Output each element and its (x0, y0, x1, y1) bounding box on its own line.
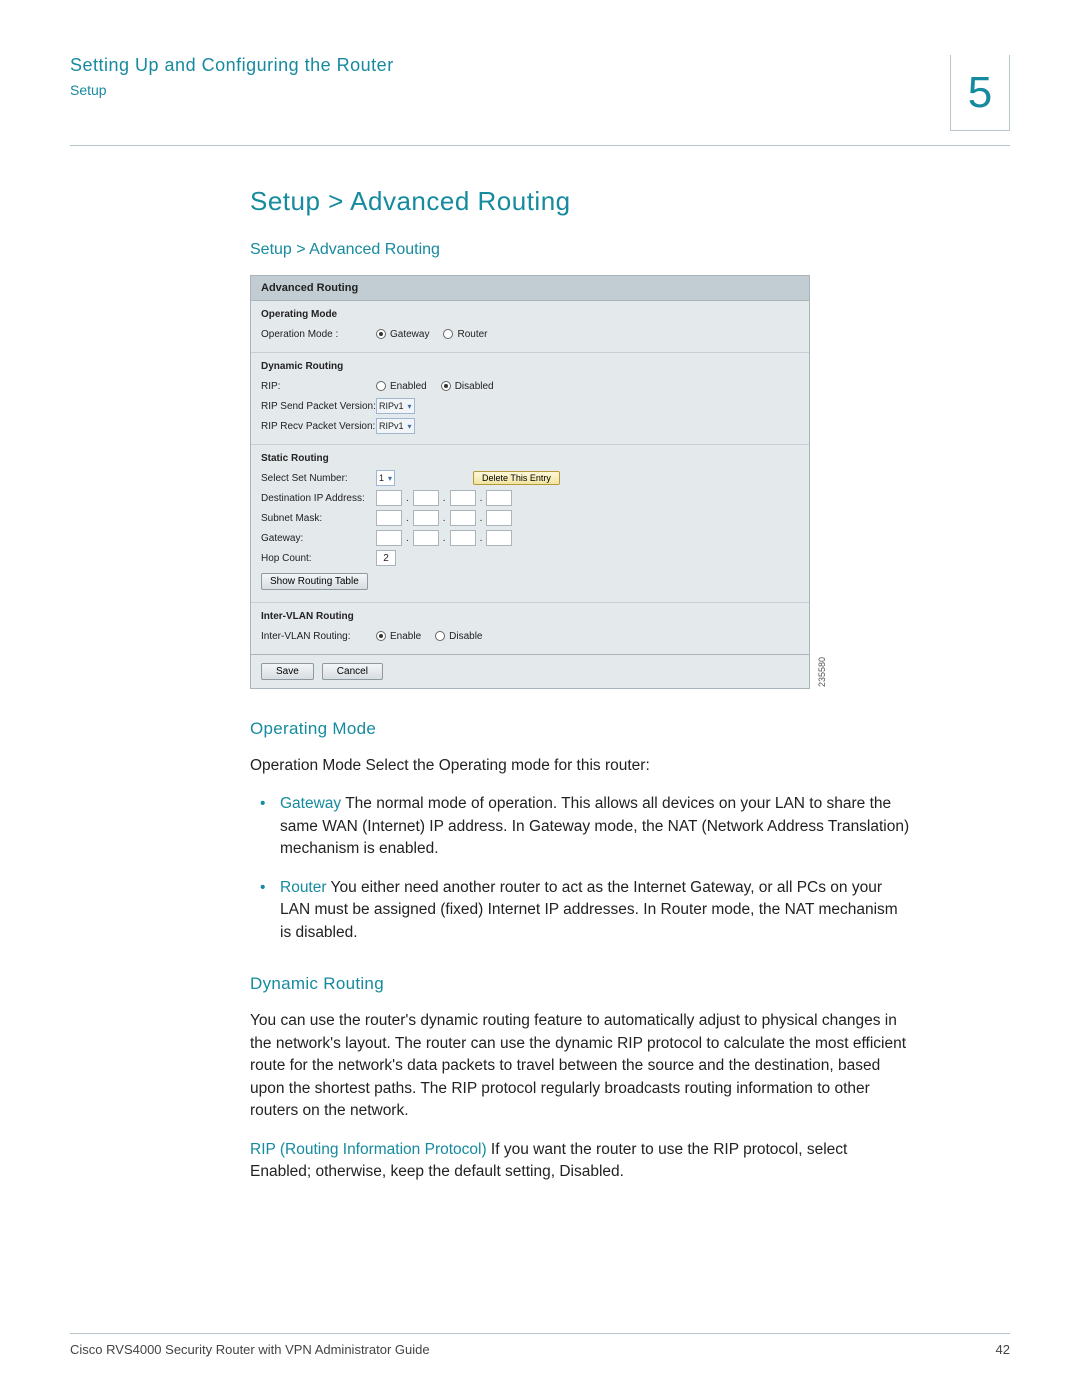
operating-mode-heading: Operating Mode (250, 719, 910, 739)
rip-disabled-radio[interactable] (441, 381, 451, 391)
router-radio[interactable] (443, 329, 453, 339)
rip-enabled-radio[interactable] (376, 381, 386, 391)
footer-page-number: 42 (996, 1342, 1010, 1357)
rip-recv-label: RIP Recv Packet Version: (261, 421, 376, 432)
dynamic-routing-heading: Dynamic Routing (250, 974, 910, 994)
bullet-gateway: Gateway The normal mode of operation. Th… (280, 793, 910, 860)
bullet-router: Router You either need another router to… (280, 877, 910, 944)
rip-send-value: RIPv1 (379, 401, 404, 411)
page-heading-1: Setup > Advanced Routing (250, 186, 910, 217)
gateway-octet-2[interactable] (413, 530, 439, 546)
page-heading-2: Setup > Advanced Routing (250, 241, 910, 259)
inter-vlan-label: Inter-VLAN Routing: (261, 631, 376, 642)
gateway-label: Gateway: (261, 533, 376, 544)
header-rule (70, 145, 1010, 146)
chevron-down-icon: ▾ (388, 474, 392, 483)
footer-doc-title: Cisco RVS4000 Security Router with VPN A… (70, 1342, 430, 1357)
router-radio-label: Router (457, 329, 487, 340)
panel-title: Advanced Routing (251, 276, 809, 301)
chapter-number: 5 (968, 68, 992, 118)
dynamic-routing-paragraph: You can use the router's dynamic routing… (250, 1010, 910, 1122)
dest-ip-octet-3[interactable] (450, 490, 476, 506)
hop-count-label: Hop Count: (261, 553, 376, 564)
hop-count-input[interactable]: 2 (376, 550, 396, 566)
inter-vlan-section-header: Inter-VLAN Routing (261, 607, 799, 626)
subnet-octet-3[interactable] (450, 510, 476, 526)
save-button[interactable]: Save (261, 663, 314, 680)
subnet-octet-2[interactable] (413, 510, 439, 526)
vlan-enable-radio[interactable] (376, 631, 386, 641)
bullet-router-text: You either need another router to act as… (280, 879, 898, 941)
subnet-octet-4[interactable] (486, 510, 512, 526)
rip-recv-select[interactable]: RIPv1 ▾ (376, 418, 415, 434)
rip-disabled-label: Disabled (455, 381, 494, 392)
rip-send-label: RIP Send Packet Version: (261, 401, 376, 412)
gateway-octet-3[interactable] (450, 530, 476, 546)
chevron-down-icon: ▾ (408, 422, 412, 431)
chapter-title: Setting Up and Configuring the Router (70, 55, 394, 76)
bullet-gateway-lead: Gateway (280, 795, 341, 812)
chevron-down-icon: ▾ (408, 402, 412, 411)
dest-ip-label: Destination IP Address: (261, 493, 376, 504)
rip-enabled-label: Enabled (390, 381, 427, 392)
advanced-routing-panel: Advanced Routing Operating Mode Operatio… (250, 275, 810, 689)
dest-ip-octet-4[interactable] (486, 490, 512, 506)
bullet-router-lead: Router (280, 879, 327, 896)
dest-ip-octet-2[interactable] (413, 490, 439, 506)
operation-mode-label: Operation Mode : (261, 329, 376, 340)
select-set-select[interactable]: 1 ▾ (376, 470, 395, 486)
rip-label: RIP: (261, 381, 376, 392)
rip-send-select[interactable]: RIPv1 ▾ (376, 398, 415, 414)
dest-ip-octet-1[interactable] (376, 490, 402, 506)
gateway-octet-1[interactable] (376, 530, 402, 546)
dynamic-routing-section-header: Dynamic Routing (261, 357, 799, 376)
rip-paragraph: RIP (Routing Information Protocol) If yo… (250, 1139, 910, 1184)
gateway-radio[interactable] (376, 329, 386, 339)
operating-mode-intro: Operation Mode Select the Operating mode… (250, 755, 910, 777)
cancel-button[interactable]: Cancel (322, 663, 383, 680)
delete-entry-button[interactable]: Delete This Entry (473, 471, 560, 485)
show-routing-table-button[interactable]: Show Routing Table (261, 573, 368, 590)
gateway-octet-4[interactable] (486, 530, 512, 546)
vlan-disable-radio[interactable] (435, 631, 445, 641)
bullet-gateway-text: The normal mode of operation. This allow… (280, 795, 909, 857)
subnet-octet-1[interactable] (376, 510, 402, 526)
subnet-label: Subnet Mask: (261, 513, 376, 524)
vlan-enable-label: Enable (390, 631, 421, 642)
static-routing-section-header: Static Routing (261, 449, 799, 468)
footer-rule (70, 1333, 1010, 1334)
section-label: Setup (70, 82, 394, 98)
operating-mode-section-header: Operating Mode (261, 305, 799, 324)
gateway-radio-label: Gateway (390, 329, 429, 340)
chapter-number-box: 5 (950, 55, 1010, 131)
rip-lead: RIP (Routing Information Protocol) (250, 1141, 487, 1158)
rip-recv-value: RIPv1 (379, 421, 404, 431)
select-set-label: Select Set Number: (261, 473, 376, 484)
vlan-disable-label: Disable (449, 631, 482, 642)
image-id: 235580 (817, 657, 827, 687)
select-set-value: 1 (379, 473, 384, 483)
